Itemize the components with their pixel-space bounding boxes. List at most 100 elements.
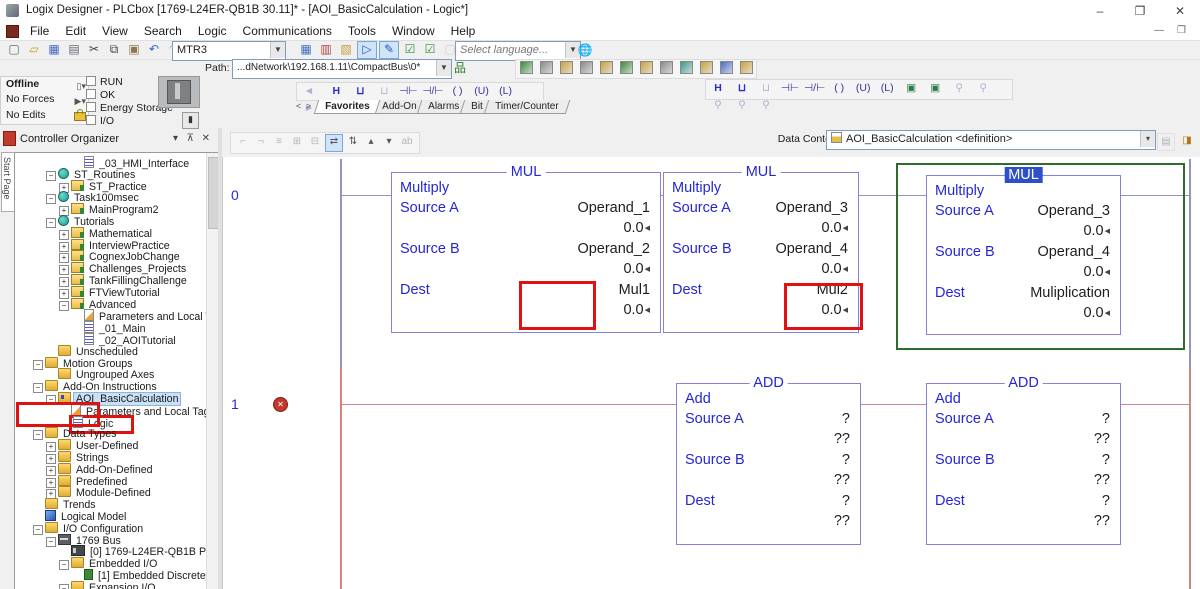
rung-icon[interactable]: H: [706, 81, 730, 96]
menu-edit[interactable]: Edit: [57, 22, 94, 40]
tag-toolbar-icon[interactable]: [637, 61, 655, 77]
copy-rung-icon[interactable]: ⚲: [971, 81, 995, 96]
redo-rung-icon[interactable]: ⚲: [754, 98, 778, 113]
xic-contact-icon[interactable]: ⊣⊢: [396, 84, 420, 99]
tree-item-task100msec[interactable]: −Task100msec: [15, 191, 203, 203]
mdi-minimize-icon[interactable]: —: [1154, 25, 1164, 36]
rung-error-icon[interactable]: ✕: [273, 397, 288, 412]
param-value[interactable]: ??: [834, 431, 850, 447]
tree-expander-icon[interactable]: −: [59, 584, 69, 589]
tree-item-advanced[interactable]: −Advanced: [15, 298, 203, 310]
rung-number[interactable]: 1: [231, 396, 239, 412]
tree-item-expansion-i-o[interactable]: −Expansion I/O: [15, 581, 203, 589]
move-up-icon[interactable]: ▴: [363, 134, 379, 150]
param-operand[interactable]: ?: [1102, 450, 1110, 470]
chevron-down-icon[interactable]: ▾: [1140, 131, 1155, 147]
instruction-mnemonic[interactable]: MUL: [507, 164, 546, 180]
tree-item-add-on-defined[interactable]: +Add-On-Defined: [15, 463, 203, 475]
value-expand-icon[interactable]: ◀: [1105, 269, 1110, 276]
value-expand-icon[interactable]: ◀: [645, 225, 650, 232]
tag-toolbar-icon[interactable]: [537, 61, 555, 77]
add-instruction-block[interactable]: ADDAddSource A???Source B???Dest???: [926, 383, 1121, 545]
ote-coil-icon[interactable]: ( ): [446, 84, 470, 99]
branch-icon[interactable]: ⊔: [348, 84, 372, 99]
menu-window[interactable]: Window: [384, 22, 443, 40]
online-toggle-icon[interactable]: ▷: [357, 41, 377, 59]
param-value[interactable]: ??: [1094, 472, 1110, 488]
controller-panel-button[interactable]: ▮: [182, 112, 199, 129]
tag-toolbar-icon[interactable]: [577, 61, 595, 77]
xio-contact-icon[interactable]: ⊣/⊢: [802, 81, 827, 96]
new-icon[interactable]: ▢: [5, 41, 23, 57]
tree-item-user-defined[interactable]: +User-Defined: [15, 439, 203, 451]
tree-item-parameters-and-local-tags[interactable]: Parameters and Local Tags: [15, 309, 203, 321]
rung-number[interactable]: 0: [231, 187, 239, 203]
xic-contact-icon[interactable]: ⊣⊢: [778, 81, 802, 96]
tree-item-mathematical[interactable]: +Mathematical: [15, 227, 203, 239]
param-operand[interactable]: Operand_4: [775, 239, 848, 259]
tree-item-i-o-configuration[interactable]: −I/O Configuration: [15, 522, 203, 534]
grid-icon[interactable]: ⊞: [289, 134, 305, 150]
menu-file[interactable]: File: [22, 22, 57, 40]
language-globe-icon[interactable]: 🌐: [576, 42, 594, 58]
otl-coil-icon[interactable]: (L): [875, 81, 899, 96]
palette-tab-timer-counter[interactable]: Timer/Counter: [484, 100, 570, 114]
param-operand[interactable]: Operand_3: [1037, 201, 1110, 221]
value-expand-icon[interactable]: ◀: [1105, 310, 1110, 317]
xio-contact-icon[interactable]: ⊣/⊢: [420, 84, 445, 99]
browse-down-icon[interactable]: ≡: [271, 134, 287, 150]
param-operand[interactable]: ?: [842, 409, 850, 429]
tag-toolbar-icon[interactable]: [717, 61, 735, 77]
value-expand-icon[interactable]: ◀: [843, 225, 848, 232]
definition-edit-icon[interactable]: ▤: [1157, 133, 1175, 151]
open-icon[interactable]: ▱: [25, 41, 43, 57]
tree-item-cognexjobchange[interactable]: +CognexJobChange: [15, 250, 203, 262]
menu-logic[interactable]: Logic: [190, 22, 235, 40]
transform-icon[interactable]: ⌐: [235, 134, 251, 150]
tree-item-ungrouped-axes[interactable]: Ungrouped Axes: [15, 368, 203, 380]
chevron-down-icon[interactable]: ▼: [270, 42, 285, 58]
menu-search[interactable]: Search: [136, 22, 190, 40]
param-operand[interactable]: Mul1: [619, 280, 650, 300]
move-down-icon[interactable]: ▾: [381, 134, 397, 150]
tree-item-logical-model[interactable]: Logical Model: [15, 510, 203, 522]
tree-item-unscheduled[interactable]: Unscheduled: [15, 345, 203, 357]
tree-item--01-main[interactable]: _01_Main: [15, 321, 203, 333]
tree-item-st-routines[interactable]: −ST_Routines: [15, 168, 203, 180]
palette-tab-favorites[interactable]: Favorites: [314, 100, 381, 114]
ladder-editor[interactable]: 0 1 ✕ MULMultiplySource AOperand_10.0◀So…: [222, 157, 1200, 589]
param-value[interactable]: ??: [1094, 431, 1110, 447]
print-icon[interactable]: ▤: [65, 41, 83, 57]
tree-item-tankfillingchallenge[interactable]: +TankFillingChallenge: [15, 274, 203, 286]
tag-toolbar-icon[interactable]: [597, 61, 615, 77]
tree-item--1-embedded-discrete-io[interactable]: [1] Embedded Discrete_IO: [15, 569, 203, 581]
instruction-mnemonic[interactable]: MUL: [742, 164, 781, 180]
tag-toolbar-icon[interactable]: [657, 61, 675, 77]
pin-icon[interactable]: ⊼: [187, 133, 194, 144]
add-instruction-block[interactable]: ADDAddSource A???Source B???Dest???: [676, 383, 861, 545]
value-expand-icon[interactable]: ◀: [645, 307, 650, 314]
tree-item--03-hmi-interface[interactable]: _03_HMI_Interface: [15, 156, 203, 168]
param-operand[interactable]: ?: [842, 450, 850, 470]
mdi-restore-icon[interactable]: ❐: [1177, 25, 1186, 36]
forces-dropdown-icon[interactable]: ▶▾: [75, 94, 86, 109]
tag-toolbar-icon[interactable]: [557, 61, 575, 77]
tree-item-trends[interactable]: Trends: [15, 498, 203, 510]
param-value[interactable]: 0.0: [821, 220, 841, 236]
pencil-edit-icon[interactable]: ✎: [379, 41, 399, 59]
tree-item-motion-groups[interactable]: −Motion Groups: [15, 357, 203, 369]
param-value[interactable]: ??: [834, 472, 850, 488]
cut-icon[interactable]: ✂: [85, 41, 103, 57]
tag-toolbar-icon[interactable]: [697, 61, 715, 77]
menu-tools[interactable]: Tools: [340, 22, 384, 40]
paste-icon[interactable]: ▣: [125, 41, 143, 57]
tree-item-data-types[interactable]: −Data Types: [15, 427, 203, 439]
language-combo[interactable]: Select language... ▼: [455, 41, 581, 61]
edits-row[interactable]: No Edits: [0, 108, 89, 125]
tree-item-1769-bus[interactable]: −1769 Bus: [15, 534, 203, 546]
path-combo[interactable]: ...dNetwork\192.168.1.11\CompactBus\0* ▼: [232, 59, 452, 79]
tag-toolbar-icon[interactable]: [617, 61, 635, 77]
otl-coil-icon[interactable]: (L): [494, 84, 518, 99]
param-operand[interactable]: Operand_3: [775, 198, 848, 218]
verify-routine-icon[interactable]: ▥: [317, 41, 335, 57]
